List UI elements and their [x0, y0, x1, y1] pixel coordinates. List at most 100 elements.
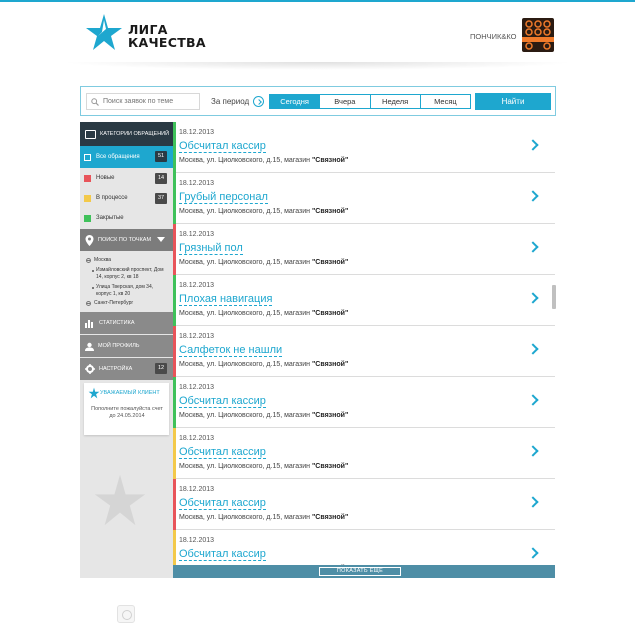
in-progress-count-badge: 37 — [155, 193, 167, 204]
item-shop: "Связной" — [311, 208, 349, 215]
show-more-button[interactable]: ПОКАЗАТЬ ЕЩЕ — [319, 567, 401, 576]
chevron-right-icon[interactable] — [527, 445, 539, 457]
status-color-bar — [173, 377, 176, 428]
status-color-bar — [173, 428, 176, 479]
chevron-right-icon[interactable] — [527, 394, 539, 406]
list-item[interactable]: 18.12.2013Обсчитал кассирМосква, ул. Цио… — [173, 530, 555, 566]
chevron-right-icon[interactable] — [527, 139, 539, 151]
city-spb[interactable]: Санкт-Петербург — [86, 300, 169, 307]
chevron-right-icon[interactable] — [527, 496, 539, 508]
header: ЛИГА КАЧЕСТВА ПОНЧИК&КО — [0, 2, 635, 64]
period-today[interactable]: Сегодня — [270, 95, 320, 108]
item-place: Москва, ул. Циолковского, д.15, магазин … — [179, 310, 348, 317]
chat-icon — [85, 129, 96, 139]
sidebar-item-settings[interactable]: НАСТРОЙКА 12 — [80, 358, 173, 380]
sidebar-item-closed-label: Закрытые — [96, 215, 124, 221]
item-title-link[interactable]: Салфеток не нашли — [179, 344, 283, 357]
status-color-bar — [173, 122, 176, 173]
item-date: 18.12.2013 — [179, 282, 215, 289]
item-title-link[interactable]: Обсчитал кассир — [179, 548, 266, 561]
request-list: 18.12.2013 Обсчитал кассир Москва, ул. Цио… — [173, 122, 555, 566]
status-color-bar — [173, 326, 176, 377]
item-address: Москва, ул. Циолковского, д.15, магазин — [179, 259, 311, 266]
chevron-right-icon[interactable] — [527, 292, 539, 304]
sidebar-item-statistics[interactable]: СТАТИСТИКА — [80, 312, 173, 334]
chevron-right-icon[interactable] — [527, 547, 539, 559]
item-place: Москва, ул. Циолковского, д.15, магазин … — [179, 514, 348, 521]
avatar-image-icon — [522, 20, 554, 50]
list-item[interactable]: 18.12.2013 Плохая навигация Москва, ул. Ци… — [173, 275, 555, 326]
item-shop: "Связной" — [311, 157, 349, 164]
status-color-in-progress — [84, 194, 91, 202]
city-moscow[interactable]: Москва — [86, 257, 169, 264]
status-color-bar — [173, 224, 176, 275]
address-item[interactable]: Улица Тверская, дом 34, корпус 1, кв 20 — [86, 284, 169, 298]
period-month[interactable]: Месяц — [419, 95, 470, 108]
bar-chart-icon — [85, 319, 93, 328]
list-item[interactable]: 18.12.2013 Грубый персонал Москва, ул. Цио… — [173, 173, 555, 224]
period-week[interactable]: Неделя — [369, 95, 420, 108]
user-icon — [85, 342, 94, 351]
chevron-right-icon[interactable] — [527, 190, 539, 202]
item-shop: "Связной" — [311, 412, 349, 419]
logo-line2: КАЧЕСТВА — [128, 35, 206, 50]
sidebar-points-header[interactable]: ПОИСК ПО ТОЧКАМ — [80, 229, 173, 251]
gear-icon — [85, 364, 95, 374]
sidebar-item-new-label: Новые — [96, 175, 115, 181]
list-item[interactable]: 18.12.2013Обсчитал кассирМосква, ул. Цио… — [173, 122, 555, 173]
item-title-link[interactable]: Грязный пол — [179, 242, 243, 255]
user-name[interactable]: ПОНЧИК&КО — [470, 32, 517, 41]
item-title-link[interactable]: Обсчитал кассир — [179, 446, 266, 459]
status-color-bar — [173, 479, 176, 530]
address-item[interactable]: Измайловский проспект, Дом 14, корпус 2,… — [86, 267, 169, 281]
item-title-link[interactable]: Плохая навигация — [179, 293, 273, 306]
settings-label: НАСТРОЙКА — [99, 366, 133, 372]
logo[interactable]: ЛИГА КАЧЕСТВА — [84, 12, 214, 56]
sidebar-item-all[interactable]: Все обращения 51 — [80, 146, 173, 168]
period-arrow-icon[interactable] — [253, 96, 264, 107]
item-address: Москва, ул. Циолковского, д.15, магазин — [179, 157, 311, 164]
status-color-new — [84, 174, 91, 182]
logo-star-icon — [86, 14, 122, 50]
sidebar-item-new[interactable]: Новые 14 — [80, 168, 173, 188]
logo-star-icon — [88, 387, 100, 399]
period-yesterday[interactable]: Вчера — [319, 95, 369, 108]
search-field[interactable] — [86, 93, 200, 110]
item-date: 18.12.2013 — [179, 486, 215, 493]
item-title-link[interactable]: Обсчитал кассир — [179, 497, 266, 510]
list-item[interactable]: 18.12.2013 Грязный пол Москва, ул. Циолков… — [173, 224, 555, 275]
avatar[interactable] — [522, 18, 554, 52]
search-input[interactable] — [103, 98, 198, 105]
find-button[interactable]: Найти — [475, 93, 551, 110]
scrollbar-thumb[interactable] — [552, 285, 556, 309]
header-shadow — [60, 62, 575, 70]
search-icon — [91, 97, 99, 106]
notice-title: УВАЖАЕМЫЙ КЛИЕНТ — [100, 390, 160, 396]
sidebar-item-profile[interactable]: МОЙ ПРОФИЛЬ — [80, 335, 173, 357]
item-shop: "Связной" — [311, 463, 349, 470]
sidebar-item-in-progress[interactable]: В процессе 37 — [80, 188, 173, 208]
item-date: 18.12.2013 — [179, 180, 215, 187]
item-place: Москва, ул. Циолковского, д.15, магазин … — [179, 361, 348, 368]
chevron-right-icon[interactable] — [527, 343, 539, 355]
item-shop: "Связной" — [311, 310, 349, 317]
item-place: Москва, ул. Циолковского, д.15, магазин … — [179, 259, 348, 266]
list-item[interactable]: 18.12.2013 Салфеток не нашли Москва, ул. Ц… — [173, 326, 555, 377]
item-title-link[interactable]: Обсчитал кассир — [179, 395, 266, 408]
sidebar-item-closed[interactable]: Закрытые — [80, 208, 173, 228]
settings-count-badge: 12 — [155, 363, 167, 374]
item-title-link[interactable]: Грубый персонал — [179, 191, 268, 204]
chevron-right-icon[interactable] — [527, 241, 539, 253]
list-item[interactable]: 18.12.2013Обсчитал кассирМосква, ул. Цио… — [173, 377, 555, 428]
list-icon — [84, 153, 91, 161]
sidebar-categories-header[interactable]: КАТЕГОРИИ ОБРАЩЕНИЙ — [80, 122, 173, 146]
list-item[interactable]: 18.12.2013 Обсчитал кассир Москва, ул. Цио… — [173, 479, 555, 530]
sidebar: КАТЕГОРИИ ОБРАЩЕНИЙ Все обращения 51 Нов… — [80, 122, 173, 578]
item-title-link[interactable]: Обсчитал кассир — [179, 140, 266, 153]
item-date: 18.12.2013 — [179, 435, 215, 442]
all-count-badge: 51 — [155, 151, 167, 162]
list-item[interactable]: 18.12.2013Обсчитал кассирМосква, ул. Цио… — [173, 428, 555, 479]
item-date: 18.12.2013 — [179, 384, 215, 391]
help-icon[interactable] — [117, 605, 135, 623]
item-date: 18.12.2013 — [179, 231, 215, 238]
